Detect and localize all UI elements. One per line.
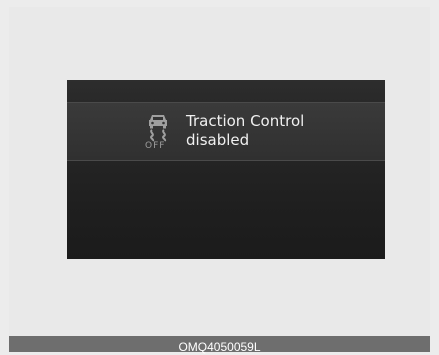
warning-message-line-2: disabled	[186, 131, 250, 149]
warning-message-line-1: Traction Control	[186, 112, 305, 130]
display-top-band	[67, 80, 385, 102]
figure-caption-bar: OMQ4050059L	[9, 336, 430, 354]
off-status-label: OFF	[145, 141, 166, 151]
instrument-cluster-display: OFF Traction Control disabled	[67, 80, 385, 259]
display-divider-bottom	[67, 160, 385, 161]
warning-message: Traction Control disabled	[186, 112, 304, 150]
